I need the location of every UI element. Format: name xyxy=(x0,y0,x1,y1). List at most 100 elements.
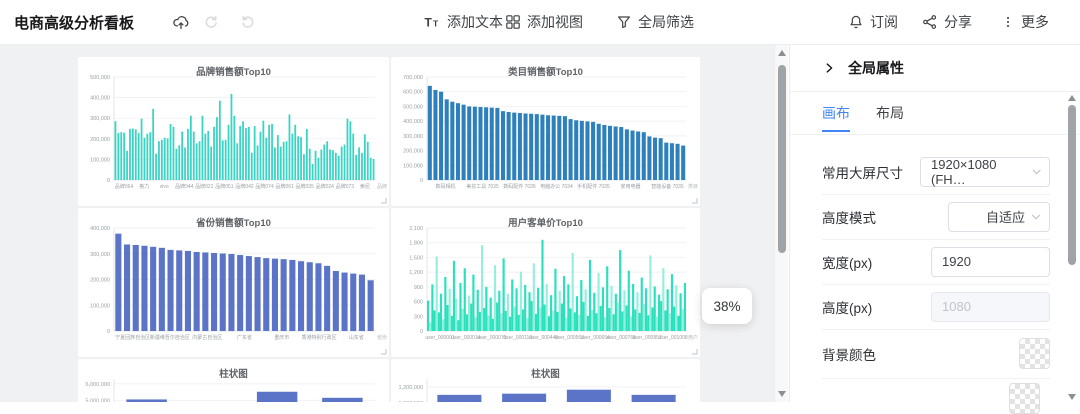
resize-handle[interactable] xyxy=(379,196,387,204)
zoom-level-badge: 38% xyxy=(702,288,752,324)
chart-title: 柱状图 xyxy=(219,369,248,380)
add-view-button[interactable]: 添加视图 xyxy=(505,0,583,44)
share-button[interactable]: 分享 xyxy=(922,0,972,44)
undo-button[interactable] xyxy=(202,0,219,44)
subscribe-label: 订阅 xyxy=(870,14,898,30)
svg-text:品牌044: 品牌044 xyxy=(175,183,194,190)
bar-chart: 0 100,000 200,000 300,000 400,000 500,000 品牌06… xyxy=(78,73,389,206)
svg-text:300: 300 xyxy=(414,314,423,320)
scroll-up-arrow-icon[interactable] xyxy=(1068,95,1076,101)
panel-header: 全局属性 xyxy=(790,45,1080,92)
svg-text:user_001008: user_001008 xyxy=(658,335,687,341)
tab-canvas[interactable]: 画布 xyxy=(822,103,850,132)
more-button[interactable]: 更多 xyxy=(1001,0,1049,44)
scroll-down-arrow-icon[interactable] xyxy=(1068,394,1076,400)
height-mode-value: 自适应 xyxy=(985,210,1025,225)
svg-text:1,200: 1,200 xyxy=(409,270,423,276)
toolbar: 电商高级分析看板 TT 添加文本 添加视图 全局筛选 订阅 分享 更多 xyxy=(0,0,1080,45)
canvas-scrollbar[interactable] xyxy=(774,45,788,402)
svg-text:T: T xyxy=(433,19,439,29)
width-input-box xyxy=(931,246,1050,277)
dashboard-title: 电商高级分析看板 xyxy=(14,14,135,32)
svg-text:品牌: 品牌 xyxy=(377,183,387,190)
bar-chart: 0 100,000 200,000 300,000 400,000 宁夏回族自治区 新疆维吾… xyxy=(78,224,389,357)
svg-text:500,000: 500,000 xyxy=(90,75,110,81)
svg-text:品牌064: 品牌064 xyxy=(115,183,134,190)
chart-title: 用户客单价Top10 xyxy=(508,218,583,229)
bell-icon xyxy=(848,14,864,30)
svg-text:品牌042: 品牌042 xyxy=(235,183,254,190)
dashboard-canvas[interactable]: 品牌销售额Top10 0 100,000 200,000 300,000 400,000… xyxy=(0,45,774,402)
height-input[interactable] xyxy=(932,292,1049,321)
svg-text:100,000: 100,000 xyxy=(90,157,110,163)
collapse-panel-button[interactable] xyxy=(822,61,836,75)
svg-text:vivo: vivo xyxy=(160,184,169,190)
redo-button[interactable] xyxy=(240,0,257,44)
svg-text:省份: 省份 xyxy=(377,334,387,341)
chevron-down-icon xyxy=(1032,169,1041,174)
svg-text:400,000: 400,000 xyxy=(403,119,423,125)
svg-text:700,000: 700,000 xyxy=(403,75,423,81)
scroll-down-arrow-icon[interactable] xyxy=(778,391,786,397)
screen-size-select[interactable]: 1920×1080 (FH… xyxy=(920,156,1050,187)
chart-title: 品牌销售额Top10 xyxy=(196,67,271,78)
height-input-box xyxy=(931,291,1050,322)
funnel-icon xyxy=(616,14,632,30)
panel-scrollbar-thumb[interactable] xyxy=(1068,105,1076,265)
next-color-swatch-partial[interactable] xyxy=(1009,383,1040,414)
grid-icon xyxy=(505,14,521,30)
global-filter-label: 全局筛选 xyxy=(638,14,694,30)
panel-scrollbar[interactable] xyxy=(1066,95,1078,400)
bg-color-row: 背景颜色 xyxy=(822,329,1050,378)
svg-text:500,000: 500,000 xyxy=(403,104,423,110)
height-row: 高度(px) xyxy=(822,284,1050,329)
bg-color-label: 背景颜色 xyxy=(822,347,876,363)
svg-text:user_000014: user_000014 xyxy=(451,335,480,341)
chart-card-bar-left[interactable]: 柱状图 6,000,0005,000,0004,000,0003,000,000… xyxy=(78,359,389,402)
height-mode-label: 高度模式 xyxy=(822,210,876,226)
svg-text:品牌035: 品牌035 xyxy=(296,183,315,190)
chart-card-province-sales[interactable]: 省份销售额Top10 0 100,000 200,000 300,000 400,000… xyxy=(78,208,389,357)
chart-title: 省份销售额Top10 xyxy=(196,218,271,229)
chart-title: 类目销售额Top10 xyxy=(508,67,583,78)
screen-size-label: 常用大屏尺寸 xyxy=(822,165,903,181)
svg-text:索尼: 索尼 xyxy=(360,183,370,190)
scroll-up-arrow-icon[interactable] xyxy=(778,50,786,56)
add-text-button[interactable]: TT 添加文本 xyxy=(424,0,504,44)
chart-card-category-sales[interactable]: 类目销售额Top10 0 100,000 200,000 300,000 400,000… xyxy=(391,57,700,206)
svg-text:2,100: 2,100 xyxy=(409,226,423,232)
svg-text:300,000: 300,000 xyxy=(403,134,423,140)
panel-title: 全局属性 xyxy=(848,60,904,76)
svg-text:品牌051: 品牌051 xyxy=(215,183,234,190)
resize-handle[interactable] xyxy=(690,347,698,355)
svg-text:300,000: 300,000 xyxy=(90,252,110,258)
canvas-scrollbar-thumb[interactable] xyxy=(778,65,786,253)
chart-card-user-price[interactable]: 用户客单价Top10 0 300 600 900 1,200 1,500 1,800 2,10… xyxy=(391,208,700,357)
global-filter-button[interactable]: 全局筛选 xyxy=(616,0,694,44)
svg-text:6,000,000: 6,000,000 xyxy=(86,382,110,388)
tab-layout[interactable]: 布局 xyxy=(876,103,904,132)
svg-text:T: T xyxy=(425,16,433,30)
svg-text:品牌074: 品牌074 xyxy=(255,183,274,190)
width-input[interactable] xyxy=(932,247,1049,276)
svg-text:品牌021: 品牌021 xyxy=(195,183,214,190)
bg-color-swatch[interactable] xyxy=(1019,338,1050,369)
resize-handle[interactable] xyxy=(379,347,387,355)
chart-card-brand-sales[interactable]: 品牌销售额Top10 0 100,000 200,000 300,000 400,000… xyxy=(78,57,389,206)
cloud-upload-icon xyxy=(172,14,190,31)
svg-text:user_000075: user_000075 xyxy=(477,335,506,341)
height-label: 高度(px) xyxy=(822,300,873,316)
svg-text:内蒙古自治区: 内蒙古自治区 xyxy=(192,334,222,341)
save-publish-button[interactable] xyxy=(172,0,190,44)
undo-icon xyxy=(202,14,219,31)
bar-chart: 0 300 600 900 1,200 1,500 1,800 2,100 user_00000… xyxy=(391,224,700,357)
svg-text:用户: 用户 xyxy=(688,334,698,341)
svg-text:0: 0 xyxy=(420,178,423,184)
svg-text:电脑办公 7034: 电脑办公 7034 xyxy=(540,183,573,190)
chevron-right-icon xyxy=(826,63,833,73)
height-mode-select[interactable]: 自适应 xyxy=(948,201,1050,232)
chart-card-bar-right[interactable]: 柱状图 1,200,0001,000,000800,000600,000400,… xyxy=(391,359,700,402)
svg-text:类目: 类目 xyxy=(688,183,698,190)
subscribe-button[interactable]: 订阅 xyxy=(848,0,898,44)
resize-handle[interactable] xyxy=(690,196,698,204)
